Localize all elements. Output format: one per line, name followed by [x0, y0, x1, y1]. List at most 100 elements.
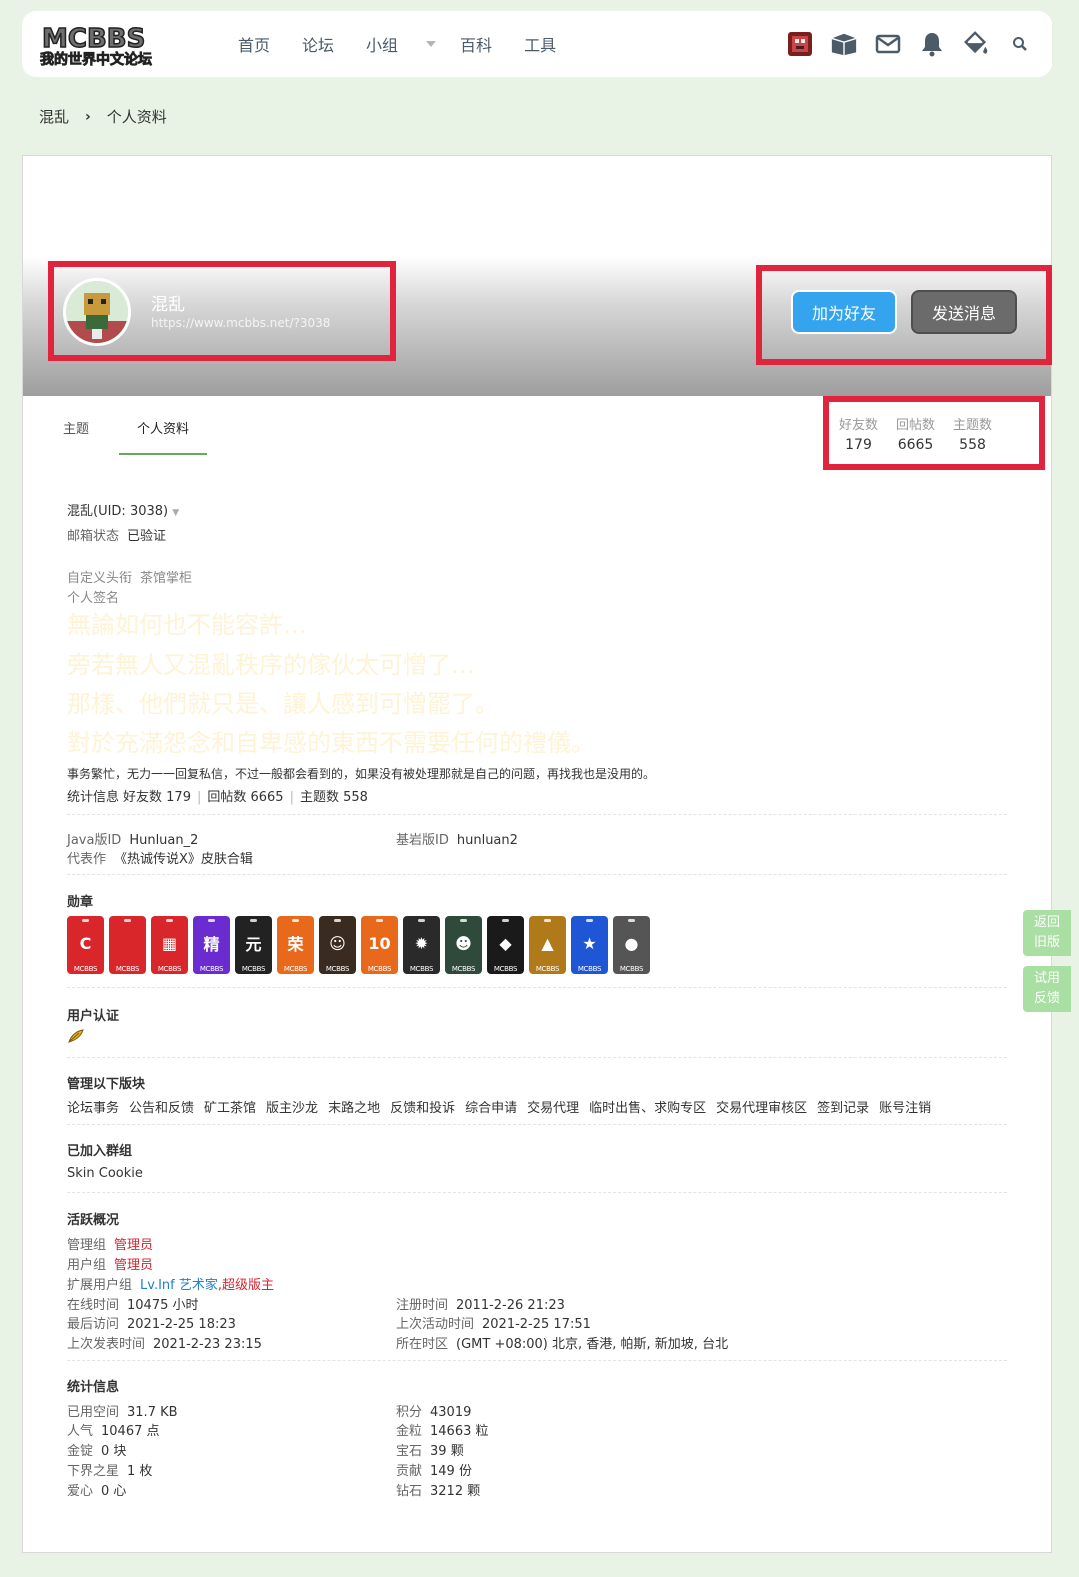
medal-hole	[502, 919, 509, 922]
last-active-label: 上次活动时间	[396, 1317, 475, 1332]
managed-board-link[interactable]: 矿工茶馆	[204, 1097, 256, 1116]
stat-friends[interactable]: 好友数 179	[839, 414, 878, 453]
stat-key: 宝石	[396, 1444, 423, 1459]
paint-bucket-icon[interactable]	[962, 30, 990, 58]
medal-hole	[544, 919, 551, 922]
breadcrumb-home[interactable]: 混乱	[39, 106, 69, 127]
medal-badge[interactable]: ✹ MCBBS	[403, 916, 440, 974]
side-label: 试用反馈	[1033, 971, 1060, 1006]
managed-board-link[interactable]: 论坛事务	[67, 1097, 119, 1116]
box-icon[interactable]	[830, 30, 858, 58]
medal-hole	[124, 919, 131, 922]
site-logo[interactable]: MCBBS 我的世界中文论坛	[38, 21, 168, 68]
user-group-label: 用户组	[67, 1258, 107, 1273]
custom-title-label: 自定义头衔	[67, 571, 133, 586]
svg-text:我的世界中文论坛: 我的世界中文论坛	[40, 51, 152, 67]
medal-badge[interactable]: C MCBBS	[67, 916, 104, 974]
email-label: 邮箱状态	[67, 529, 120, 544]
stat-summary-topics[interactable]: 主题数 558	[300, 790, 368, 805]
user-group-value[interactable]: 管理员	[114, 1258, 153, 1273]
nav-group[interactable]: 小组	[350, 32, 414, 56]
search-icon[interactable]	[1006, 30, 1034, 58]
stat-val: 31.7 KB	[127, 1405, 178, 1420]
stat-replies[interactable]: 回帖数 6665	[896, 414, 935, 453]
signature-note: 事务繁忙，无力一一回复私信，不过一般都会看到的，如果没有被处理那就是自己的问题，…	[67, 767, 656, 781]
statistics-title: 统计信息	[67, 1380, 120, 1395]
breadcrumb: 混乱 › 个人资料	[39, 106, 167, 127]
avatar-icon[interactable]	[786, 30, 814, 58]
managed-board-link[interactable]: 版主沙龙	[266, 1097, 318, 1116]
stat-topics[interactable]: 主题数 558	[953, 414, 992, 453]
medal-badge[interactable]: ▦ MCBBS	[151, 916, 188, 974]
add-friend-button[interactable]: 加为好友	[791, 290, 897, 334]
medal-hole	[628, 919, 635, 922]
medal-badge[interactable]: ▲ MCBBS	[529, 916, 566, 974]
stat-label: 主题数	[953, 418, 993, 433]
stat-val: 0 块	[101, 1444, 127, 1459]
chevron-right-icon: ›	[85, 108, 91, 125]
medal-badge[interactable]: ● MCBBS	[613, 916, 650, 974]
tab-topics[interactable]: 主题	[63, 418, 89, 455]
medal-brand: MCBBS	[451, 965, 476, 973]
avatar[interactable]	[63, 278, 131, 346]
stat-summary-replies[interactable]: 回帖数 6665	[207, 790, 283, 805]
back-to-old-version-button[interactable]: 返回旧版	[1023, 910, 1071, 956]
chevron-down-icon[interactable]	[426, 41, 437, 47]
medal-badge[interactable]: ★ MCBBS	[571, 916, 608, 974]
medal-glyph: 精	[203, 935, 220, 954]
medal-glyph: ★	[582, 933, 597, 953]
medal-hole	[82, 919, 89, 922]
medal-badge[interactable]: ☺ MCBBS	[319, 916, 356, 974]
medal-glyph	[113, 926, 142, 960]
java-id-label: Java版ID	[67, 833, 122, 848]
send-message-button[interactable]: 发送消息	[911, 290, 1017, 334]
uid-row[interactable]: 混乱(UID: 3038) ▼	[67, 500, 179, 519]
medal-badge[interactable]: 荣 MCBBS	[277, 916, 314, 974]
groups-title: 已加入群组	[67, 1144, 133, 1159]
managed-board-link[interactable]: 末路之地	[328, 1097, 380, 1116]
managed-board-link[interactable]: 交易代理	[527, 1097, 579, 1116]
managed-board-link[interactable]: 账号注销	[879, 1097, 931, 1116]
managed-board-link[interactable]: 综合申请	[465, 1097, 517, 1116]
group-link[interactable]: Skin Cookie	[67, 1166, 143, 1181]
managed-board-link[interactable]: 反馈和投诉	[390, 1097, 455, 1116]
nav-wiki[interactable]: 百科	[444, 32, 508, 56]
profile-url[interactable]: https://www.mcbbs.net/?3038	[151, 316, 330, 330]
medal-badge[interactable]: 10 MCBBS	[361, 916, 398, 974]
medal-badge[interactable]: 元 MCBBS	[235, 916, 272, 974]
mail-icon[interactable]	[874, 30, 902, 58]
separator: |	[196, 790, 202, 805]
last-post-value: 2021-2-23 23:15	[153, 1337, 262, 1352]
medal-brand: MCBBS	[73, 965, 98, 973]
managed-board-link[interactable]: 交易代理审核区	[716, 1097, 807, 1116]
separator: |	[289, 790, 294, 805]
last-active-value: 2021-2-25 17:51	[482, 1317, 591, 1332]
nav-forum[interactable]: 论坛	[286, 32, 350, 56]
ext-group-value-2[interactable]: ,超级版主	[218, 1278, 274, 1293]
nav-tools[interactable]: 工具	[508, 32, 572, 56]
medal-badge[interactable]: 精 MCBBS	[193, 916, 230, 974]
nav-home[interactable]: 首页	[222, 32, 286, 56]
admin-group-value[interactable]: 管理员	[114, 1238, 153, 1253]
timezone-label: 所在时区	[396, 1337, 449, 1352]
feedback-button[interactable]: 试用反馈	[1023, 966, 1071, 1012]
last-post-label: 上次发表时间	[67, 1337, 146, 1352]
bell-icon[interactable]	[918, 30, 946, 58]
feather-icon[interactable]	[67, 1028, 85, 1048]
ext-group-value[interactable]: Lv.Inf 艺术家	[140, 1278, 218, 1293]
medal-badge[interactable]: ☻ MCBBS	[445, 916, 482, 974]
register-time-value: 2011-2-26 21:23	[456, 1298, 565, 1313]
signature-line: 旁若無人又混亂秩序的傢伙太可憎了…	[67, 651, 475, 679]
managed-board-link[interactable]: 公告和反馈	[129, 1097, 194, 1116]
medal-hole	[586, 919, 593, 922]
svg-text:MCBBS: MCBBS	[42, 24, 145, 54]
managed-board-link[interactable]: 临时出售、求购专区	[589, 1097, 706, 1116]
signature-line: 那樣、他們就只是、讓人感到可憎罷了。	[67, 690, 499, 718]
medal-badge[interactable]: MCBBS	[109, 916, 146, 974]
profile-stats: 好友数 179 回帖数 6665 主题数 558	[839, 414, 992, 453]
stat-summary-friends[interactable]: 好友数 179	[123, 790, 191, 805]
stat-key: 下界之星	[67, 1464, 120, 1479]
managed-board-link[interactable]: 签到记录	[817, 1097, 869, 1116]
medal-badge[interactable]: ◆ MCBBS	[487, 916, 524, 974]
tab-profile[interactable]: 个人资料	[119, 418, 208, 455]
